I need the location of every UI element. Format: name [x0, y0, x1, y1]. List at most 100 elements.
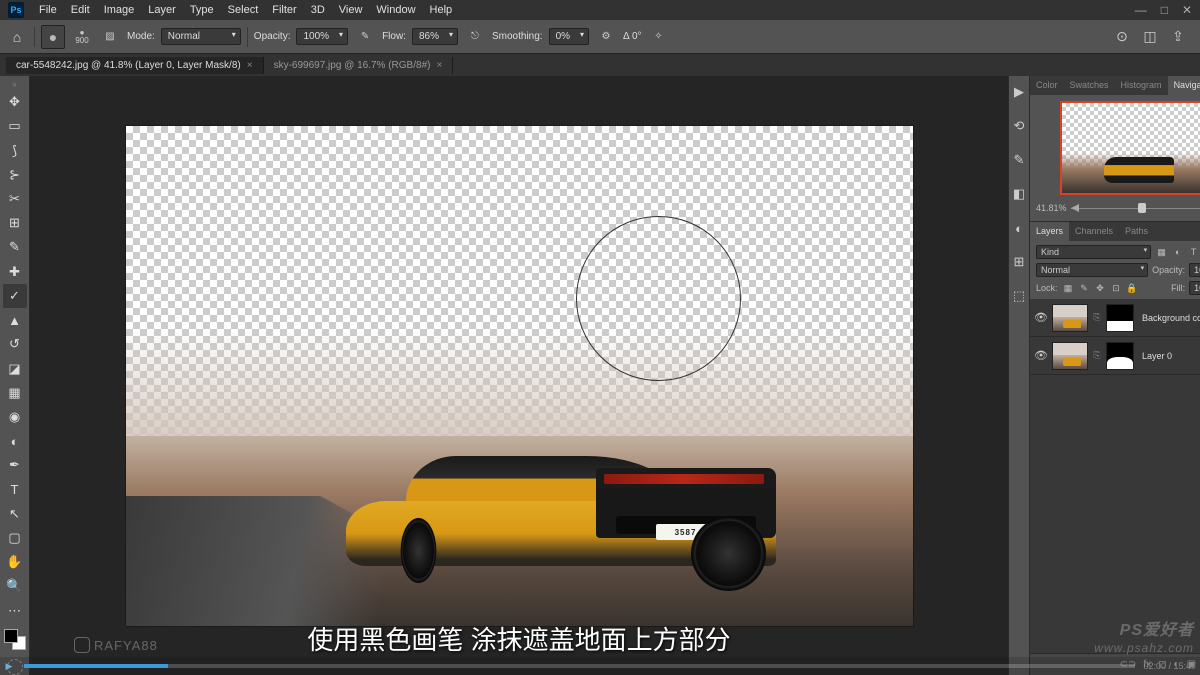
- video-track[interactable]: [24, 664, 1135, 668]
- history-icon[interactable]: ⟲: [1009, 116, 1029, 136]
- menu-filter[interactable]: Filter: [265, 4, 303, 16]
- frame-tool[interactable]: ⊞: [3, 212, 27, 235]
- brushes-icon[interactable]: ✎: [1009, 150, 1029, 170]
- filter-adjust-icon[interactable]: ◐: [1171, 246, 1184, 259]
- quick-select-tool[interactable]: ⊱: [3, 163, 27, 186]
- eraser-tool[interactable]: ◪: [3, 357, 27, 380]
- search-icon[interactable]: ⊙: [1112, 27, 1132, 47]
- navigator-thumb[interactable]: [1060, 101, 1200, 195]
- healing-tool[interactable]: ✚: [3, 260, 27, 283]
- window-maximize[interactable]: □: [1161, 3, 1168, 17]
- collapse-icon[interactable]: »: [12, 80, 16, 90]
- move-tool[interactable]: ✥: [3, 91, 27, 114]
- canvas[interactable]: 3587: [126, 126, 913, 626]
- zoom-slider[interactable]: [1071, 201, 1200, 215]
- marquee-tool[interactable]: ▭: [3, 115, 27, 138]
- layer-item[interactable]: 👁 ⎘ Background copy: [1030, 299, 1200, 337]
- opacity-pressure-icon[interactable]: ✎: [354, 26, 376, 48]
- layer-mask[interactable]: [1106, 342, 1134, 370]
- path-select-tool[interactable]: ↖: [3, 502, 27, 525]
- menu-image[interactable]: Image: [97, 4, 142, 16]
- symmetry-icon[interactable]: ✧: [648, 26, 670, 48]
- dodge-tool[interactable]: ◐: [3, 430, 27, 453]
- tab-color[interactable]: Color: [1030, 76, 1064, 95]
- layer-fill[interactable]: 100%: [1189, 281, 1200, 295]
- layer-mask[interactable]: [1106, 304, 1134, 332]
- layer-opacity[interactable]: 100%: [1189, 263, 1200, 277]
- eyedropper-tool[interactable]: ✎: [3, 236, 27, 259]
- menu-edit[interactable]: Edit: [64, 4, 97, 16]
- type-tool[interactable]: T: [3, 478, 27, 501]
- layer-name[interactable]: Layer 0: [1142, 351, 1172, 361]
- history-brush-tool[interactable]: ↺: [3, 333, 27, 356]
- tool-preset-picker[interactable]: [41, 25, 65, 49]
- tab-swatches[interactable]: Swatches: [1064, 76, 1115, 95]
- brush-settings-icon[interactable]: ▨: [99, 26, 121, 48]
- opacity-dropdown[interactable]: 100%: [296, 28, 348, 45]
- tab-histogram[interactable]: Histogram: [1115, 76, 1168, 95]
- blur-tool[interactable]: ◉: [3, 405, 27, 428]
- menu-layer[interactable]: Layer: [141, 4, 183, 16]
- flow-dropdown[interactable]: 86%: [412, 28, 458, 45]
- mode-dropdown[interactable]: Normal: [161, 28, 241, 45]
- shape-tool[interactable]: ▢: [3, 526, 27, 549]
- tab-inactive[interactable]: sky-699697.jpg @ 16.7% (RGB/8#)×: [264, 57, 454, 74]
- cloud-icon[interactable]: ◫: [1140, 27, 1160, 47]
- lock-transparent-icon[interactable]: ▦: [1062, 282, 1075, 295]
- panel-icon[interactable]: ▶: [1009, 82, 1029, 102]
- tab-channels[interactable]: Channels: [1069, 222, 1119, 241]
- menu-type[interactable]: Type: [183, 4, 221, 16]
- window-close[interactable]: ✕: [1182, 3, 1192, 17]
- lock-position-icon[interactable]: ✥: [1094, 282, 1107, 295]
- share-icon[interactable]: ⇪: [1168, 27, 1188, 47]
- home-icon[interactable]: ⌂: [6, 26, 28, 48]
- filter-type-icon[interactable]: T: [1187, 246, 1200, 259]
- lock-artboard-icon[interactable]: ⊡: [1110, 282, 1123, 295]
- tab-layers[interactable]: Layers: [1030, 222, 1069, 241]
- layer-name[interactable]: Background copy: [1142, 313, 1200, 323]
- menu-view[interactable]: View: [332, 4, 370, 16]
- menu-select[interactable]: Select: [221, 4, 266, 16]
- menu-3d[interactable]: 3D: [304, 4, 332, 16]
- lock-label: Lock:: [1036, 283, 1058, 293]
- layer-thumb[interactable]: [1052, 304, 1088, 332]
- properties-icon[interactable]: ◧: [1009, 184, 1029, 204]
- libraries-icon[interactable]: ⬚: [1009, 286, 1029, 306]
- close-icon[interactable]: ×: [436, 60, 442, 71]
- lock-all-icon[interactable]: 🔒: [1126, 282, 1139, 295]
- zoom-value[interactable]: 41.81%: [1036, 203, 1067, 213]
- layer-item[interactable]: 👁 ⎘ Layer 0: [1030, 337, 1200, 375]
- stamp-tool[interactable]: ▲: [3, 309, 27, 332]
- menu-file[interactable]: File: [32, 4, 64, 16]
- filter-pixel-icon[interactable]: ▦: [1155, 246, 1168, 259]
- smoothing-dropdown[interactable]: 0%: [549, 28, 589, 45]
- close-icon[interactable]: ×: [247, 60, 253, 71]
- smoothing-options-icon[interactable]: ⚙: [595, 26, 617, 48]
- blend-mode[interactable]: Normal: [1036, 263, 1148, 277]
- pen-tool[interactable]: ✒: [3, 454, 27, 477]
- filter-kind[interactable]: Kind: [1036, 245, 1151, 259]
- lock-paint-icon[interactable]: ✎: [1078, 282, 1091, 295]
- brush-preset-picker[interactable]: ●900: [71, 26, 93, 48]
- play-icon[interactable]: ▶: [2, 659, 16, 673]
- airbrush-icon[interactable]: ⎋: [464, 26, 486, 48]
- menu-window[interactable]: Window: [369, 4, 422, 16]
- zoom-tool[interactable]: 🔍: [3, 575, 27, 598]
- tab-navigator[interactable]: Navigator: [1168, 76, 1200, 95]
- styles-icon[interactable]: ⊞: [1009, 252, 1029, 272]
- adjustments-icon[interactable]: ◐: [1009, 218, 1029, 238]
- hand-tool[interactable]: ✋: [3, 551, 27, 574]
- visibility-icon[interactable]: 👁: [1034, 349, 1048, 362]
- edit-toolbar[interactable]: ⋯: [3, 599, 27, 622]
- layer-thumb[interactable]: [1052, 342, 1088, 370]
- visibility-icon[interactable]: 👁: [1034, 311, 1048, 324]
- lasso-tool[interactable]: ⟆: [3, 139, 27, 162]
- window-minimize[interactable]: —: [1135, 3, 1147, 17]
- gradient-tool[interactable]: ▦: [3, 381, 27, 404]
- tab-active[interactable]: car-5548242.jpg @ 41.8% (Layer 0, Layer …: [6, 57, 264, 74]
- menu-help[interactable]: Help: [423, 4, 460, 16]
- brush-tool[interactable]: ✓: [3, 284, 27, 307]
- tab-paths[interactable]: Paths: [1119, 222, 1154, 241]
- color-swatches[interactable]: [4, 629, 26, 650]
- crop-tool[interactable]: ✂: [3, 187, 27, 210]
